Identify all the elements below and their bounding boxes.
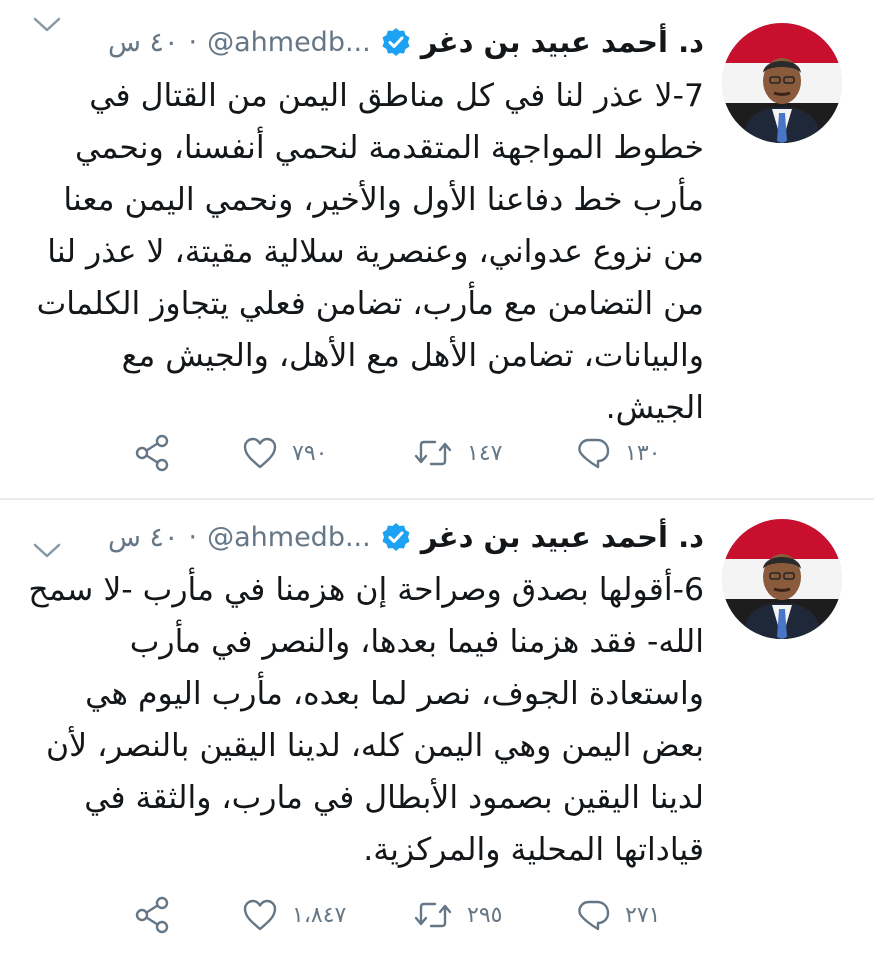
separator: · — [188, 521, 198, 553]
like-button[interactable]: ٧٩٠ — [242, 428, 327, 478]
avatar[interactable] — [722, 23, 842, 143]
heart-icon — [243, 899, 277, 931]
retweet-count: ٢٩٥ — [467, 902, 503, 928]
tweet-text: 7-لا عذر لنا في كل مناطق اليمن من القتال… — [36, 78, 704, 426]
share-button[interactable] — [132, 890, 172, 940]
retweet-button[interactable]: ٢٩٥ — [413, 890, 502, 940]
avatar[interactable] — [722, 519, 842, 639]
retweet-count: ١٤٧ — [467, 440, 503, 466]
timestamp[interactable]: ٤٠ س — [108, 522, 179, 553]
tweet-text: 6-أقولها بصدق وصراحة إن هزمنا في مأرب -ل… — [28, 572, 704, 868]
tweet-actions: ١٣٠ ١٤٧ ٧٩٠ — [0, 428, 874, 478]
reply-button[interactable]: ١٣٠ — [575, 428, 660, 478]
like-count: ١،٨٤٧ — [292, 902, 347, 928]
handle[interactable]: @ahmedb... — [207, 522, 371, 553]
tweet-header: د. أحمد عبيد بن دغر @ahmedb... · ٤٠ س — [30, 515, 704, 559]
share-icon — [135, 434, 169, 472]
reply-button[interactable]: ٢٧١ — [575, 890, 660, 940]
handle[interactable]: @ahmedb... — [207, 27, 371, 58]
tweet[interactable]: د. أحمد عبيد بن دغر @ahmedb... · ٤٠ س 6-… — [0, 498, 874, 960]
share-button[interactable] — [132, 428, 172, 478]
like-count: ٧٩٠ — [292, 440, 328, 466]
timestamp[interactable]: ٤٠ س — [108, 27, 179, 58]
tweet[interactable]: د. أحمد عبيد بن دغر @ahmedb... · ٤٠ س 7-… — [0, 0, 874, 498]
reply-icon — [578, 438, 610, 469]
retweet-icon — [414, 902, 452, 928]
share-icon — [135, 896, 169, 934]
reply-count: ٢٧١ — [625, 902, 661, 928]
timeline: د. أحمد عبيد بن دغر @ahmedb... · ٤٠ س 7-… — [0, 0, 874, 960]
display-name[interactable]: د. أحمد عبيد بن دغر — [421, 25, 704, 59]
heart-icon — [243, 437, 277, 469]
tweet-header: د. أحمد عبيد بن دغر @ahmedb... · ٤٠ س — [30, 20, 704, 64]
reply-count: ١٣٠ — [625, 440, 661, 466]
verified-badge-icon — [381, 27, 411, 57]
retweet-icon — [414, 440, 452, 466]
chevron-down-icon[interactable] — [30, 536, 64, 564]
chevron-down-icon[interactable] — [30, 10, 64, 38]
display-name[interactable]: د. أحمد عبيد بن دغر — [421, 520, 704, 554]
separator: · — [188, 26, 198, 58]
reply-icon — [578, 900, 610, 931]
retweet-button[interactable]: ١٤٧ — [413, 428, 502, 478]
verified-badge-icon — [381, 522, 411, 552]
tweet-actions: ٢٧١ ٢٩٥ ١،٨٤٧ — [0, 890, 874, 940]
like-button[interactable]: ١،٨٤٧ — [242, 890, 346, 940]
